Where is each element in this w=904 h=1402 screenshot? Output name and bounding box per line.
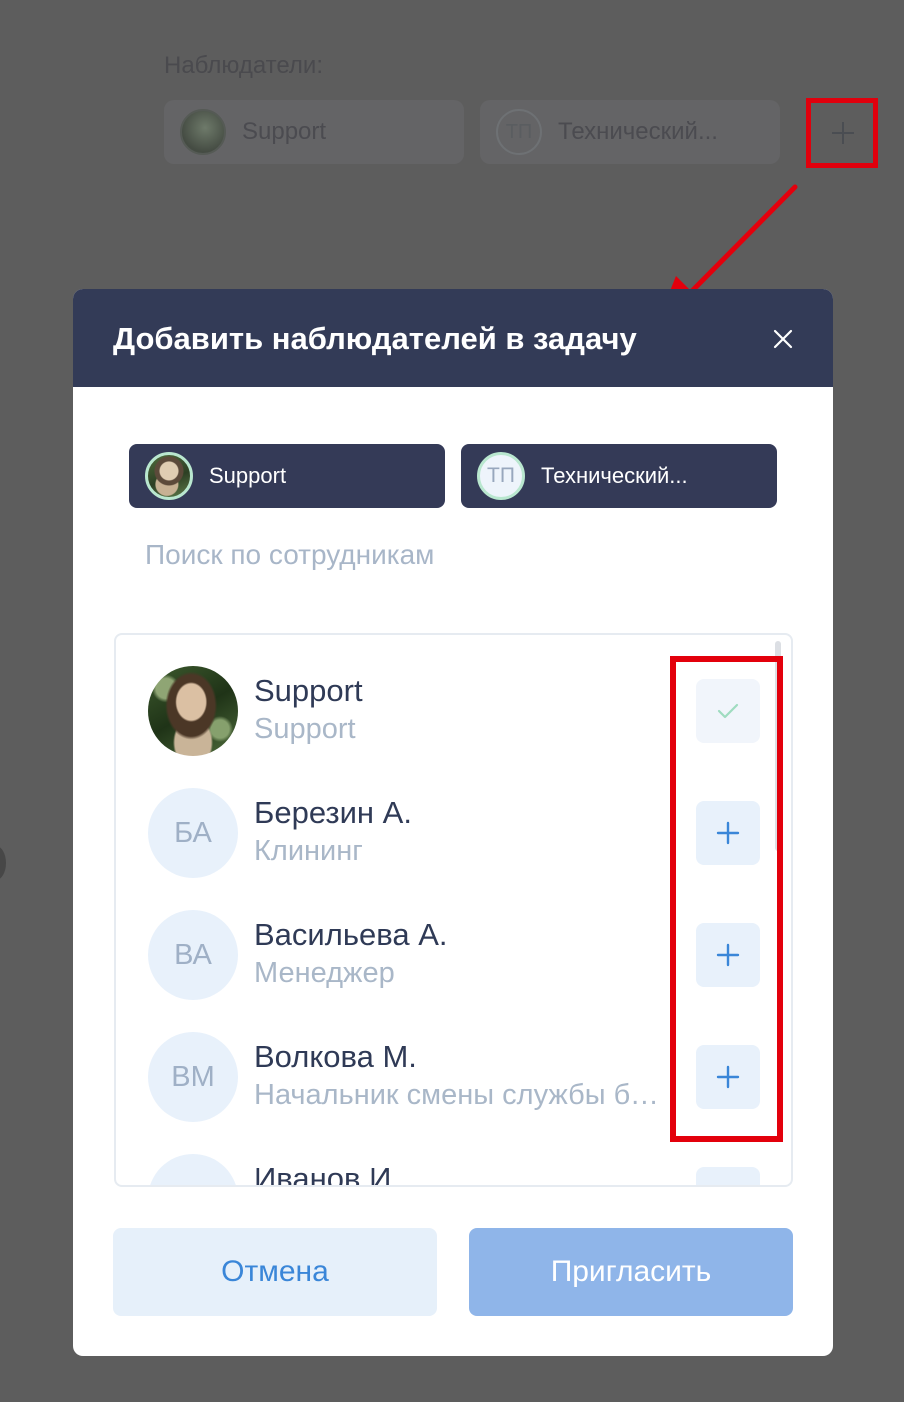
- employee-role: Support: [254, 713, 356, 745]
- chip-label: Support: [209, 463, 287, 488]
- selected-observer-chip[interactable]: Support: [129, 444, 445, 508]
- background-observer-chip: Support: [164, 100, 464, 164]
- selected-observers: Support ТП Технический...: [129, 444, 777, 508]
- highlight-box-action-buttons: [670, 656, 783, 1142]
- avatar: [148, 666, 238, 756]
- employee-name: Березин А.: [254, 795, 412, 830]
- employee-role: Клининг: [254, 835, 363, 867]
- close-icon: [773, 329, 793, 349]
- close-button[interactable]: [763, 319, 803, 359]
- background-edge-element: [0, 846, 6, 880]
- background-observer-chip: ТП Технический...: [480, 100, 780, 164]
- employee-name: Иванов И.: [254, 1161, 400, 1187]
- cancel-button[interactable]: Отмена: [113, 1228, 437, 1316]
- highlight-box-add-button: [806, 98, 878, 168]
- employee-role: Менеджер: [254, 957, 395, 989]
- add-employee-button[interactable]: [696, 1167, 760, 1185]
- avatar-initials: [148, 1154, 238, 1185]
- avatar-initials: ВМ: [148, 1032, 238, 1122]
- dialog-title: Добавить наблюдателей в задачу: [113, 321, 637, 356]
- employee-search-input[interactable]: [145, 533, 745, 577]
- employee-role: Начальник смены службы безопасности: [254, 1079, 674, 1111]
- avatar-initials: ТП: [496, 109, 542, 155]
- background-observer-chips: Support ТП Технический...: [164, 100, 780, 164]
- avatar-initials: ТП: [477, 452, 525, 500]
- employee-name: Васильева А.: [254, 917, 448, 952]
- avatar: [180, 109, 226, 155]
- chip-label: Технический...: [541, 463, 688, 488]
- background-chip-label: Support: [242, 118, 327, 145]
- avatar-initials: ВА: [148, 910, 238, 1000]
- selected-observer-chip[interactable]: ТП Технический...: [461, 444, 777, 508]
- invite-button[interactable]: Пригласить: [469, 1228, 793, 1316]
- avatar: [145, 452, 193, 500]
- background-chip-label: Технический...: [558, 118, 718, 145]
- dialog-header: Добавить наблюдателей в задачу: [73, 289, 833, 387]
- employee-name: Support: [254, 673, 363, 708]
- observers-section-title: Наблюдатели:: [164, 52, 323, 79]
- avatar-initials: БА: [148, 788, 238, 878]
- employee-name: Волкова М.: [254, 1039, 417, 1074]
